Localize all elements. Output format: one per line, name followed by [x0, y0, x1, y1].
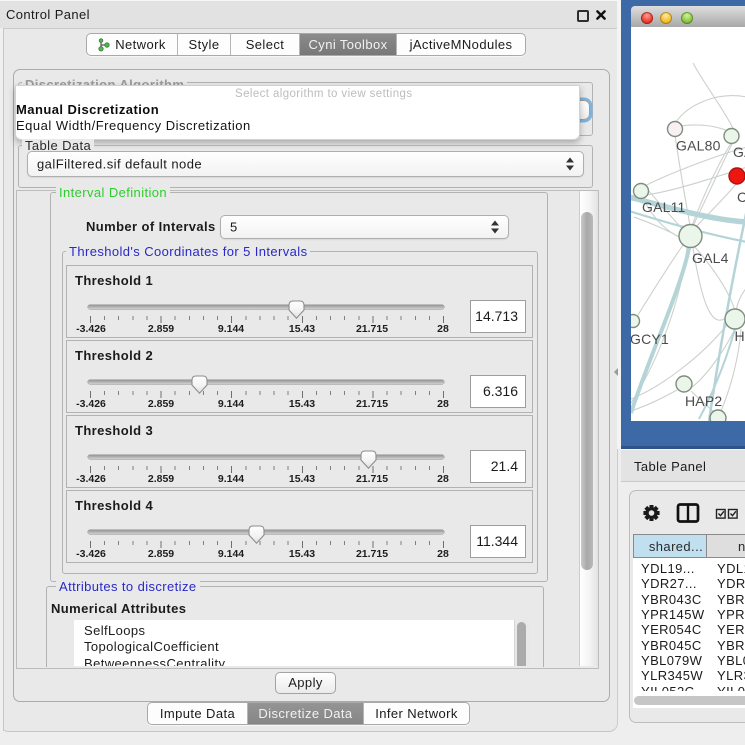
svg-text:GAL80: GAL80 — [676, 138, 721, 154]
svg-text:H: H — [735, 328, 745, 344]
svg-text:GAL11: GAL11 — [642, 199, 686, 215]
svg-text:GAL4: GAL4 — [692, 250, 729, 266]
svg-text:GCY1: GCY1 — [631, 331, 669, 347]
svg-text:C: C — [737, 189, 745, 205]
svg-text:HAP2: HAP2 — [685, 393, 722, 409]
svg-text:GAL: GAL — [733, 144, 745, 160]
